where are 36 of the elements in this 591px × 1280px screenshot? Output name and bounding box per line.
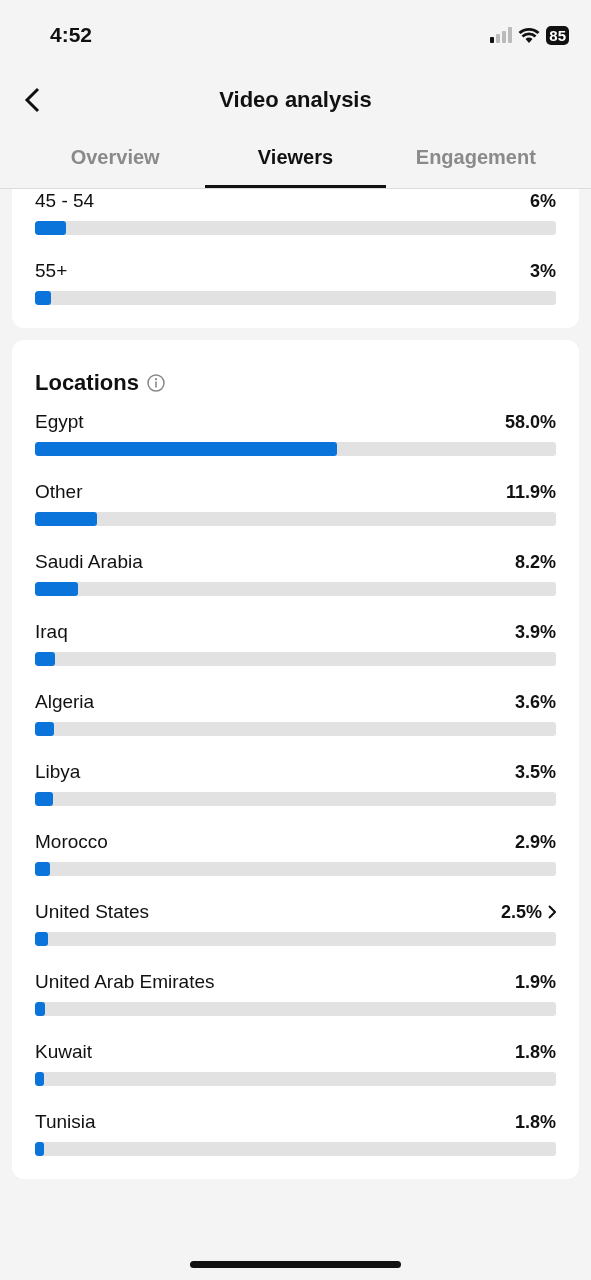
row-label: Egypt: [35, 411, 84, 433]
status-time: 4:52: [50, 23, 93, 47]
percent-value: 58.0%: [504, 411, 556, 433]
tab[interactable]: Engagement: [385, 130, 566, 188]
page-title: Video analysis: [219, 87, 372, 113]
percent-value: 3.9%: [514, 621, 556, 643]
battery-level: 85: [546, 25, 569, 45]
percent-value: 3.5%: [514, 761, 556, 783]
percent-value: 11.9%: [505, 481, 556, 503]
row-label: Morocco: [35, 831, 108, 853]
row-label: Saudi Arabia: [35, 551, 143, 573]
row-label: Kuwait: [35, 1041, 93, 1063]
percent-value: 1.8%: [514, 1111, 556, 1133]
row-label: Libya: [35, 761, 81, 783]
percent-value: 1.9%: [514, 971, 556, 993]
row-label: Tunisia: [35, 1111, 96, 1133]
info-icon[interactable]: [146, 374, 165, 392]
chevron-icon[interactable]: [548, 905, 556, 919]
percent-value: 2.5%: [500, 901, 542, 923]
percent-value: 3.6%: [514, 691, 556, 713]
percent-value: 3%: [530, 260, 556, 282]
tab[interactable]: Overview: [25, 130, 206, 188]
row-label: United States: [35, 901, 150, 923]
percent-value: 1.8%: [514, 1041, 556, 1063]
row-label: United Arab Emirates: [35, 971, 215, 993]
section-title: Locations: [35, 370, 139, 396]
wifi-icon: [518, 27, 541, 43]
row-label: 45 - 54: [35, 190, 95, 212]
row-label: 55+: [35, 260, 68, 282]
row-label: Other: [35, 481, 83, 503]
row-label: Iraq: [35, 621, 68, 643]
signal-icon: [490, 27, 513, 43]
row-label: Algeria: [35, 691, 95, 713]
percent-value: 2.9%: [514, 831, 556, 853]
percent-value: 8.2%: [514, 551, 556, 573]
percent-value: 6%: [530, 190, 556, 212]
